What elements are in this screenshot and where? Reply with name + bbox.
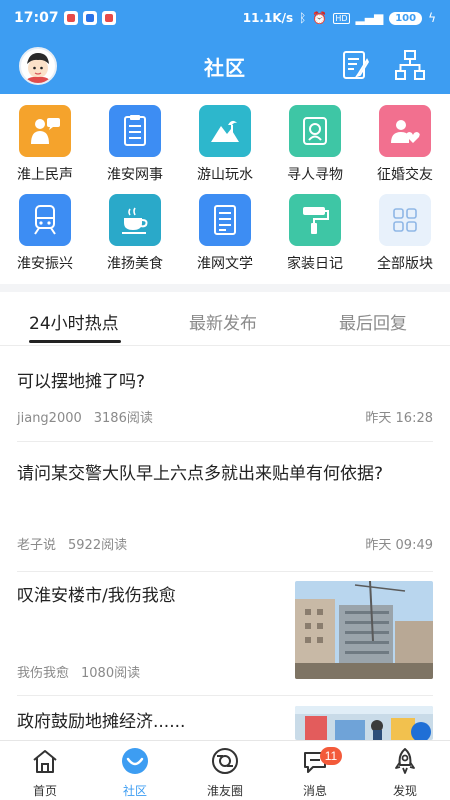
hd-icon: HD <box>333 12 350 24</box>
nav-label: 发现 <box>392 784 417 798</box>
checklist-icon <box>109 105 161 157</box>
category-label: 游山玩水 <box>197 167 253 183</box>
tab-last-reply[interactable]: 最后回复 <box>339 309 407 334</box>
page-title: 社区 <box>204 56 246 80</box>
list-item[interactable]: 请问某交警大队早上六点多就出来贴单有何依据? 老子说 5922阅读 昨天 09:4… <box>17 442 433 572</box>
post-meta: 老子说 5922阅读 <box>17 534 127 553</box>
post-author: 老子说 <box>17 538 57 553</box>
nav-community[interactable]: 社区 <box>90 741 180 800</box>
top-header: 17:07 11.1K/s ᛒ ⏰ HD ▂▄▆ 100 ϟ 社区 <box>0 0 450 94</box>
category-label: 淮上民声 <box>17 167 73 183</box>
megaphone-person-icon <box>19 105 71 157</box>
post-title: 请问某交警大队早上六点多就出来贴单有何依据? <box>17 464 384 484</box>
category-huaian-zhenxing[interactable]: 淮安振兴 <box>0 194 90 273</box>
notification-app-icon <box>101 11 116 25</box>
section-divider <box>0 284 450 292</box>
train-icon <box>19 194 71 246</box>
post-title: 叹淮安楼市/我伤我愈 <box>17 586 176 606</box>
charging-icon: ϟ <box>428 11 436 25</box>
bottom-navigation: 首页 社区 淮友圈 消息 11 发现 <box>0 740 450 800</box>
post-meta: jiang2000 3186阅读 <box>17 407 153 426</box>
list-item[interactable]: 可以摆地摊了吗? jiang2000 3186阅读 昨天 16:28 <box>17 346 433 442</box>
nav-label: 社区 <box>122 784 147 798</box>
category-label: 淮扬美食 <box>107 256 163 272</box>
nav-label: 淮友圈 <box>206 784 243 798</box>
nav-huaiyouquan[interactable]: 淮友圈 <box>180 741 270 800</box>
active-tab-indicator <box>29 340 121 343</box>
status-time: 17:07 <box>14 10 59 26</box>
category-label: 淮安振兴 <box>17 256 73 272</box>
post-reads: 1080阅读 <box>81 666 141 681</box>
post-title: 可以摆地摊了吗? <box>17 372 146 392</box>
post-author: 我伤我愈 <box>17 666 70 681</box>
alarm-icon: ⏰ <box>312 11 328 25</box>
search-person-icon <box>289 105 341 157</box>
grid-icon <box>379 194 431 246</box>
teacup-icon <box>109 194 161 246</box>
compose-post-button[interactable] <box>340 48 372 82</box>
nav-label: 消息 <box>302 784 327 798</box>
paint-roller-icon <box>289 194 341 246</box>
category-huaishang-minsheng[interactable]: 淮上民声 <box>0 105 90 184</box>
title-bar: 社区 <box>0 36 450 94</box>
category-label: 淮网文学 <box>197 256 253 272</box>
signal-icon: ▂▄▆ <box>355 11 384 25</box>
edit-icon <box>343 51 370 79</box>
community-icon <box>122 748 148 774</box>
category-label: 征婚交友 <box>377 167 433 183</box>
category-all-sections[interactable]: 全部版块 <box>360 194 450 273</box>
category-huaian-wangshi[interactable]: 淮安网事 <box>90 105 180 184</box>
category-label: 全部版块 <box>377 256 433 272</box>
forum-structure-button[interactable] <box>394 48 426 82</box>
category-label: 寻人寻物 <box>287 167 343 183</box>
category-label: 家装日记 <box>287 256 343 272</box>
category-zhenghun-jiaoyou[interactable]: 征婚交友 <box>360 105 450 184</box>
nav-home[interactable]: 首页 <box>0 741 90 800</box>
nav-messages[interactable]: 消息 11 <box>270 741 360 800</box>
nav-label: 首页 <box>32 784 57 798</box>
nav-discover[interactable]: 发现 <box>360 741 450 800</box>
unread-badge: 11 <box>320 747 342 765</box>
battery-indicator: 100 <box>389 11 423 25</box>
tab-latest[interactable]: 最新发布 <box>189 309 257 334</box>
feed-tabs: 24小时热点 最新发布 最后回复 <box>0 292 450 346</box>
tab-24h-hot[interactable]: 24小时热点 <box>29 309 119 334</box>
document-icon <box>199 194 251 246</box>
category-grid: 淮上民声 淮安网事 游山玩水 寻人寻物 征婚交友 淮安振兴 淮扬美食 淮网文学 … <box>0 94 450 282</box>
notification-app-icon <box>82 11 97 25</box>
post-reads: 3186阅读 <box>93 411 153 426</box>
network-speed: 11.1K/s <box>242 11 294 25</box>
category-youshan-wanshui[interactable]: 游山玩水 <box>180 105 270 184</box>
category-label: 淮安网事 <box>107 167 163 183</box>
camera-circle-icon <box>212 748 238 774</box>
category-xunren-xunwu[interactable]: 寻人寻物 <box>270 105 360 184</box>
status-bar: 17:07 11.1K/s ᛒ ⏰ HD ▂▄▆ 100 ϟ <box>0 0 450 36</box>
post-thumbnail <box>295 581 433 679</box>
sitemap-icon <box>395 50 425 80</box>
category-jiazhuang-riji[interactable]: 家装日记 <box>270 194 360 273</box>
category-huaiwang-wenxue[interactable]: 淮网文学 <box>180 194 270 273</box>
post-reads: 5922阅读 <box>68 538 128 553</box>
heart-person-icon <box>379 105 431 157</box>
post-thumbnail <box>295 706 433 740</box>
landscape-icon <box>199 105 251 157</box>
category-huaiyang-meishi[interactable]: 淮扬美食 <box>90 194 180 273</box>
home-icon <box>33 750 57 773</box>
list-item[interactable]: 叹淮安楼市/我伤我愈 我伤我愈 1080阅读 <box>17 572 433 696</box>
post-title: 政府鼓励地摊经济...... <box>17 712 186 732</box>
post-author: jiang2000 <box>17 411 82 426</box>
post-meta: 我伤我愈 1080阅读 <box>17 662 140 681</box>
post-time: 昨天 09:49 <box>365 538 433 553</box>
bluetooth-icon: ᛒ <box>299 11 307 25</box>
rocket-icon <box>395 748 415 774</box>
notification-app-icon <box>63 11 78 25</box>
post-time: 昨天 16:28 <box>365 411 433 426</box>
